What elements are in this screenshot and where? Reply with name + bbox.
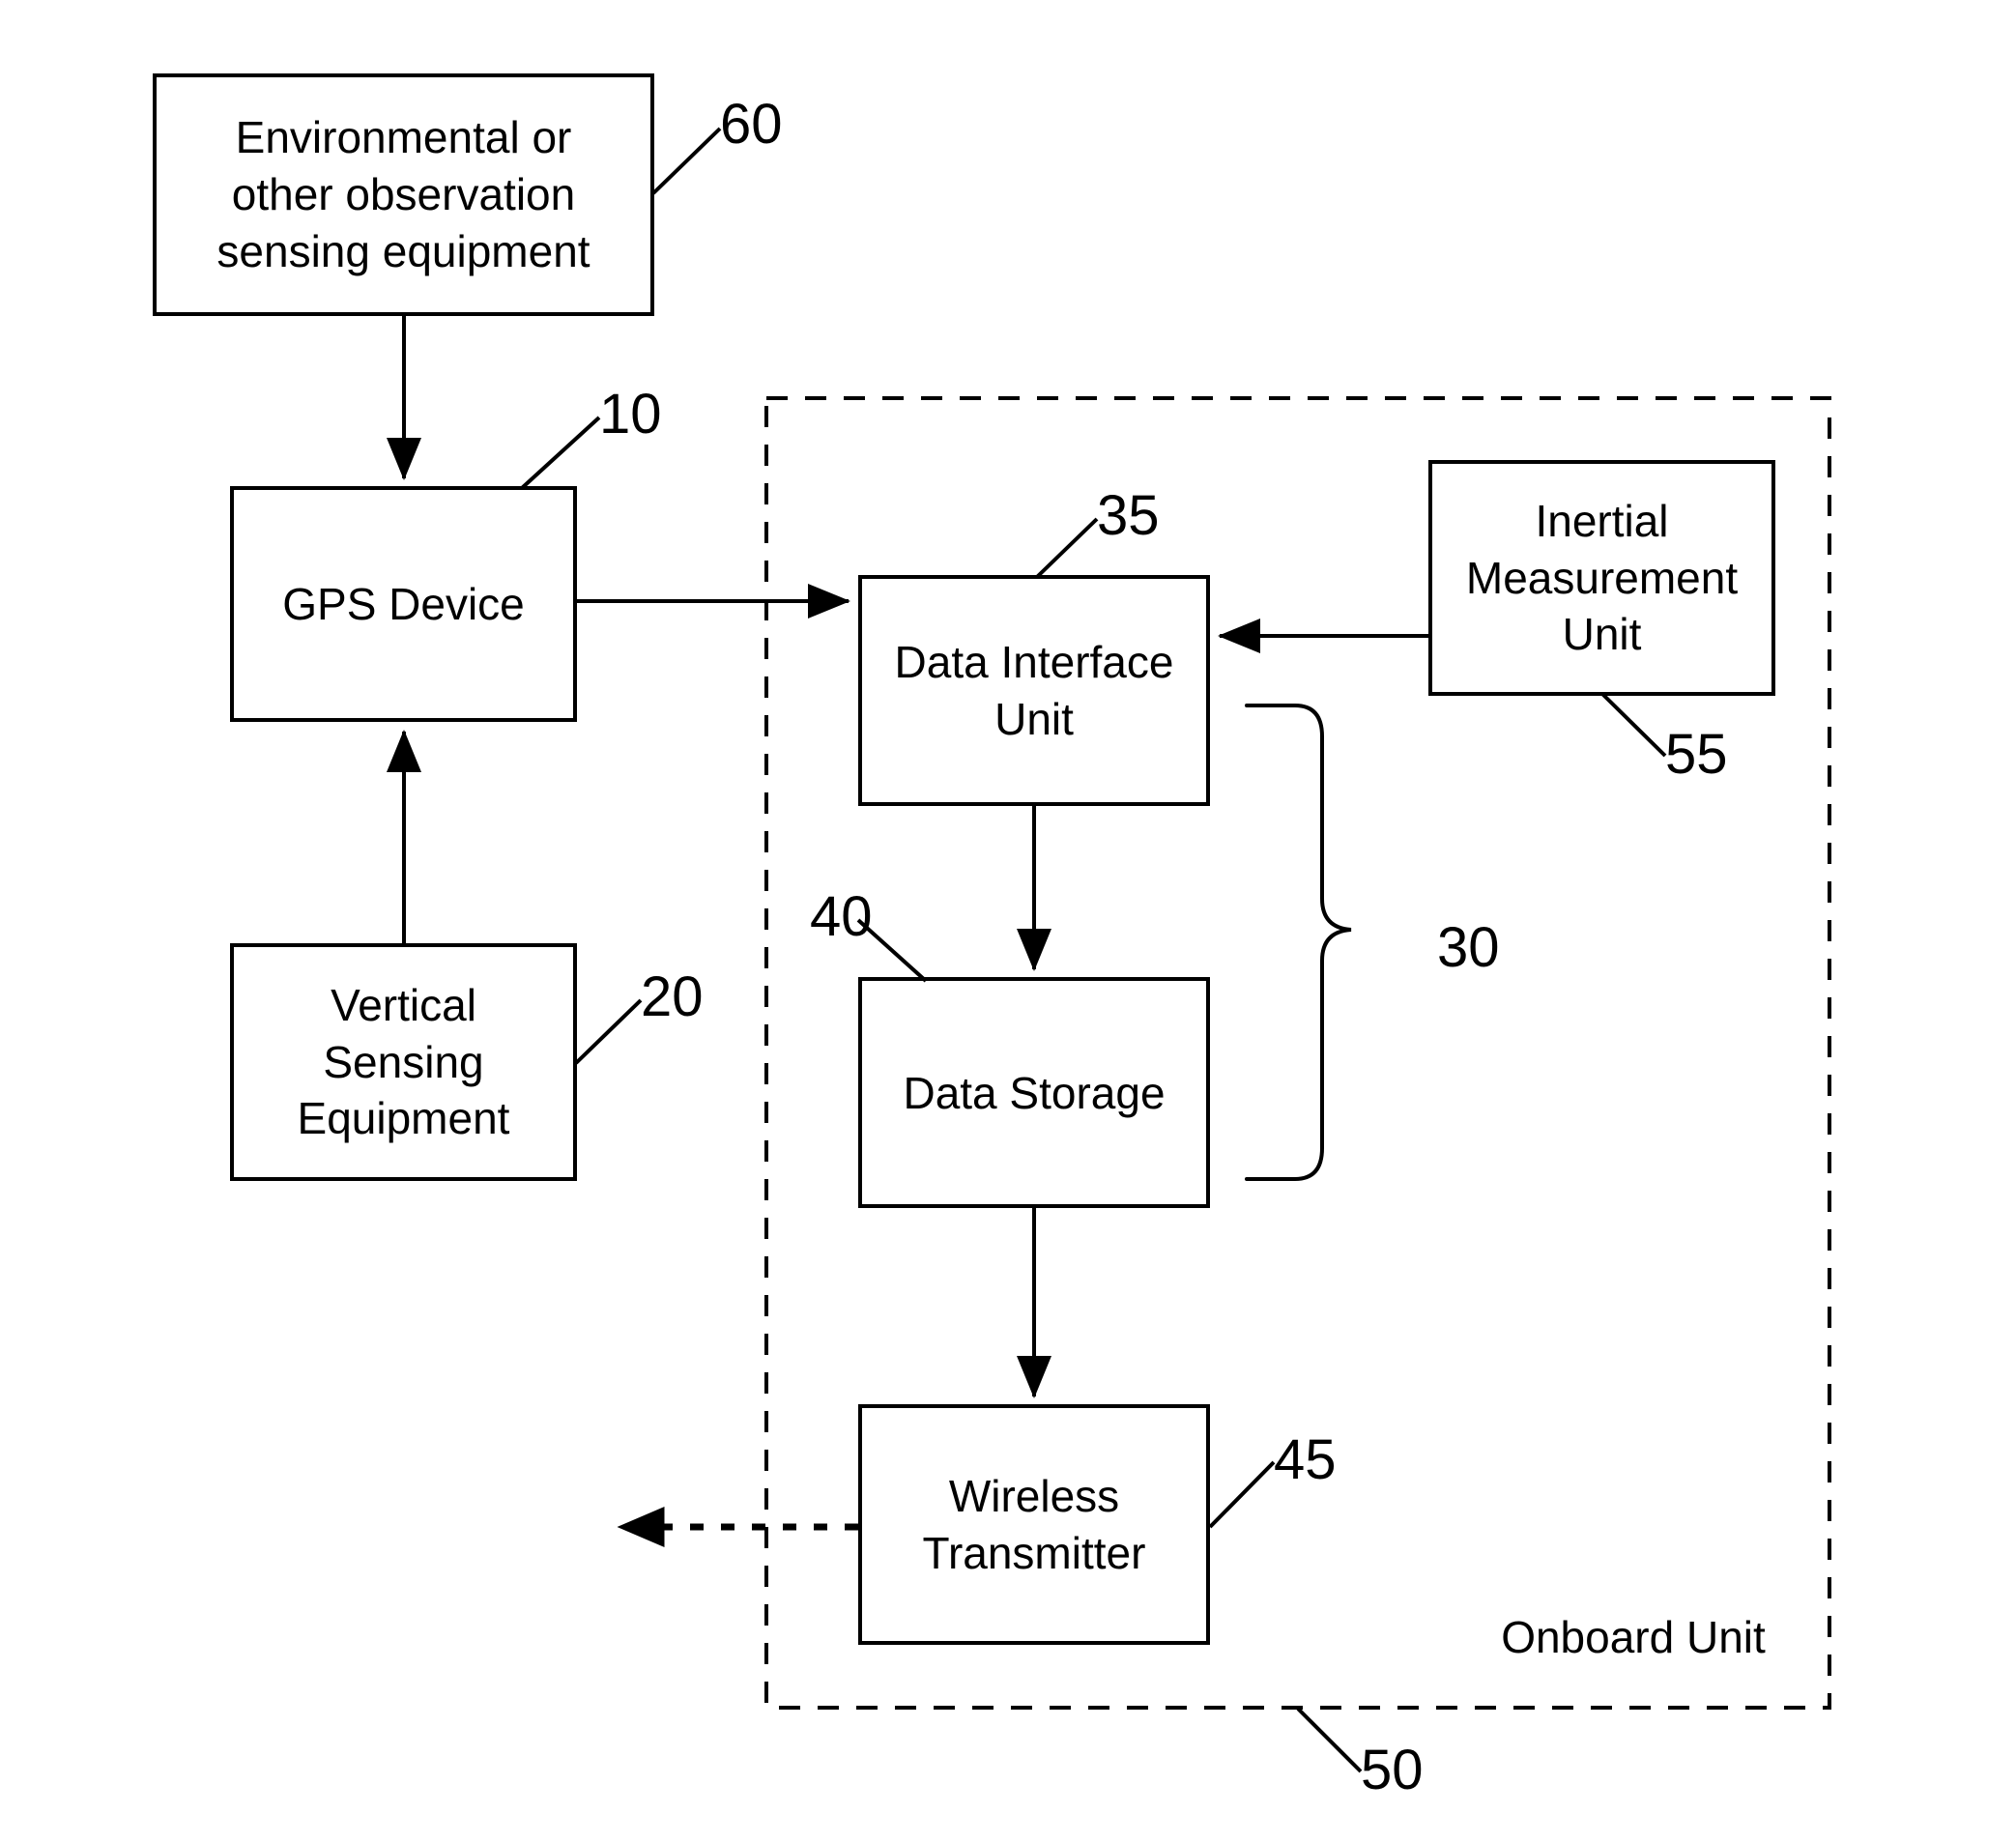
ref-numeral-50: 50 bbox=[1361, 1739, 1424, 1801]
environmental-sensing-line-3: sensing equipment bbox=[216, 225, 590, 276]
label-data-interface-unit: Data Interface Unit bbox=[860, 577, 1208, 804]
leader-line-60 bbox=[651, 127, 722, 195]
vertical-sensing-line-3: Equipment bbox=[297, 1093, 510, 1144]
label-data-storage: Data Storage bbox=[860, 979, 1208, 1206]
data-interface-unit-line-1: Data Interface bbox=[894, 636, 1174, 687]
label-wireless-transmitter: Wireless Transmitter bbox=[860, 1406, 1208, 1643]
gps-device-line-1: GPS Device bbox=[282, 579, 525, 629]
data-interface-unit-line-2: Unit bbox=[994, 693, 1074, 744]
ref-numeral-40: 40 bbox=[810, 885, 873, 948]
imu-line-3: Unit bbox=[1562, 609, 1642, 660]
environmental-sensing-line-2: other observation bbox=[231, 169, 576, 220]
data-storage-line-1: Data Storage bbox=[903, 1067, 1166, 1118]
onboard-unit-caption-text: Onboard Unit bbox=[1501, 1612, 1766, 1662]
ref-numeral-60: 60 bbox=[720, 93, 783, 156]
label-inertial-measurement-unit: Inertial Measurement Unit bbox=[1430, 462, 1773, 694]
vertical-sensing-line-1: Vertical bbox=[331, 979, 476, 1030]
ref-numeral-10: 10 bbox=[599, 383, 662, 446]
leader-line-10 bbox=[520, 416, 601, 490]
label-environmental-sensing: Environmental or other observation sensi… bbox=[155, 75, 652, 314]
label-vertical-sensing: Vertical Sensing Equipment bbox=[232, 945, 575, 1179]
patent-block-diagram: Environmental or other observation sensi… bbox=[0, 0, 2016, 1842]
wireless-transmitter-line-2: Transmitter bbox=[922, 1527, 1146, 1578]
imu-line-1: Inertial bbox=[1535, 495, 1669, 546]
ref-numeral-45: 45 bbox=[1274, 1428, 1337, 1491]
leader-line-55 bbox=[1600, 692, 1667, 758]
leader-line-35 bbox=[1035, 517, 1099, 579]
label-gps-device: GPS Device bbox=[232, 488, 575, 720]
ref-numeral-35: 35 bbox=[1097, 484, 1160, 547]
leader-line-45 bbox=[1208, 1460, 1276, 1529]
ref-numeral-20: 20 bbox=[641, 965, 704, 1028]
ref-numeral-55: 55 bbox=[1665, 723, 1728, 786]
wireless-transmitter-line-1: Wireless bbox=[948, 1470, 1120, 1521]
vertical-sensing-line-2: Sensing bbox=[323, 1036, 484, 1087]
leader-line-50 bbox=[1296, 1707, 1363, 1773]
leader-line-20 bbox=[574, 998, 643, 1065]
brace-processing-group bbox=[1245, 704, 1352, 1181]
imu-line-2: Measurement bbox=[1465, 552, 1739, 603]
environmental-sensing-line-1: Environmental or bbox=[235, 112, 572, 163]
label-onboard-unit-caption: Onboard Unit bbox=[1469, 1612, 1798, 1662]
ref-numeral-30: 30 bbox=[1437, 916, 1500, 979]
